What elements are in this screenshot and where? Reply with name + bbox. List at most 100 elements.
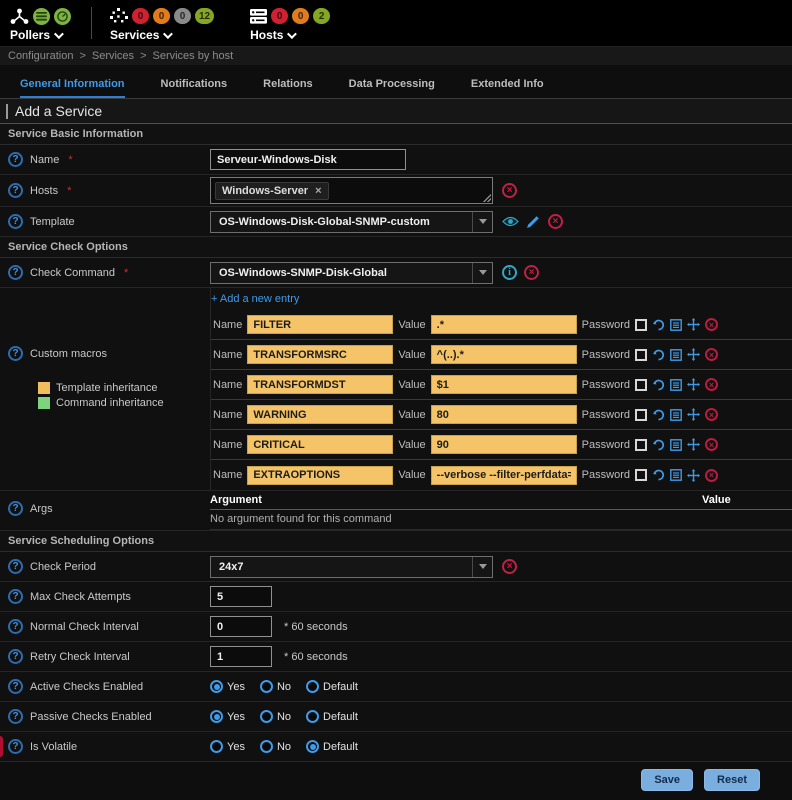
move-macro-icon[interactable]: [687, 378, 700, 391]
help-icon[interactable]: ?: [8, 214, 23, 229]
normal-check-interval-input[interactable]: [210, 616, 272, 637]
macro-value-input[interactable]: [431, 345, 577, 364]
undo-macro-icon[interactable]: [652, 439, 665, 451]
radio-button-icon[interactable]: [306, 710, 319, 723]
breadcrumb-configuration[interactable]: Configuration: [8, 50, 73, 62]
edit-template-icon[interactable]: [526, 215, 540, 229]
add-macro-link[interactable]: + Add a new entry: [211, 288, 299, 310]
help-icon[interactable]: ?: [8, 739, 23, 754]
radio-yes[interactable]: Yes: [210, 710, 245, 723]
macro-description-icon[interactable]: [670, 469, 682, 481]
delete-macro-icon[interactable]: ×: [705, 408, 718, 421]
radio-button-icon[interactable]: [210, 710, 223, 723]
delete-macro-icon[interactable]: ×: [705, 318, 718, 331]
clear-template-icon[interactable]: ×: [548, 214, 563, 229]
services-ok-badge[interactable]: 12: [195, 8, 214, 24]
max-check-attempts-input[interactable]: [210, 586, 272, 607]
tab-relations[interactable]: Relations: [263, 78, 313, 98]
macro-value-input[interactable]: [431, 375, 577, 394]
retry-check-interval-input[interactable]: [210, 646, 272, 667]
clear-command-icon[interactable]: ×: [524, 265, 539, 280]
tab-data-processing[interactable]: Data Processing: [349, 78, 435, 98]
macro-description-icon[interactable]: [670, 349, 682, 361]
move-macro-icon[interactable]: [687, 408, 700, 421]
password-checkbox[interactable]: [635, 469, 647, 481]
delete-macro-icon[interactable]: ×: [705, 469, 718, 482]
radio-yes[interactable]: Yes: [210, 740, 245, 753]
delete-macro-icon[interactable]: ×: [705, 378, 718, 391]
radio-button-icon[interactable]: [260, 680, 273, 693]
macro-value-input[interactable]: [431, 466, 577, 485]
tab-notifications[interactable]: Notifications: [161, 78, 228, 98]
services-warning-badge[interactable]: 0: [153, 8, 170, 24]
view-template-icon[interactable]: [502, 216, 519, 227]
template-select[interactable]: OS-Windows-Disk-Global-SNMP-custom: [210, 211, 493, 233]
command-info-icon[interactable]: i: [502, 265, 517, 280]
radio-no[interactable]: No: [260, 740, 291, 753]
radio-no[interactable]: No: [260, 710, 291, 723]
help-icon[interactable]: ?: [8, 346, 23, 361]
macro-description-icon[interactable]: [670, 439, 682, 451]
move-macro-icon[interactable]: [687, 438, 700, 451]
move-macro-icon[interactable]: [687, 469, 700, 482]
radio-yes[interactable]: Yes: [210, 680, 245, 693]
undo-macro-icon[interactable]: [652, 379, 665, 391]
undo-macro-icon[interactable]: [652, 469, 665, 481]
resize-grip[interactable]: [483, 194, 491, 202]
remove-tag-icon[interactable]: ×: [315, 185, 321, 197]
help-icon[interactable]: ?: [8, 649, 23, 664]
clear-hosts-icon[interactable]: ×: [502, 183, 517, 198]
macro-description-icon[interactable]: [670, 409, 682, 421]
radio-default[interactable]: Default: [306, 680, 358, 693]
radio-button-icon[interactable]: [210, 740, 223, 753]
undo-macro-icon[interactable]: [652, 319, 665, 331]
hosts-multiselect[interactable]: Windows-Server ×: [210, 177, 493, 204]
breadcrumb-services[interactable]: Services: [92, 50, 134, 62]
help-icon[interactable]: ?: [8, 501, 23, 516]
radio-default[interactable]: Default: [306, 740, 358, 753]
move-macro-icon[interactable]: [687, 318, 700, 331]
reset-button[interactable]: Reset: [704, 769, 760, 791]
services-menu[interactable]: 0 0 0 12 Services: [110, 5, 214, 42]
help-icon[interactable]: ?: [8, 559, 23, 574]
hosts-down-badge[interactable]: 0: [271, 8, 288, 24]
macro-description-icon[interactable]: [670, 319, 682, 331]
services-unknown-badge[interactable]: 0: [174, 8, 191, 24]
help-icon[interactable]: ?: [8, 709, 23, 724]
undo-macro-icon[interactable]: [652, 409, 665, 421]
delete-macro-icon[interactable]: ×: [705, 348, 718, 361]
macro-name-input[interactable]: [247, 405, 393, 424]
help-icon[interactable]: ?: [8, 152, 23, 167]
hosts-up-badge[interactable]: 2: [313, 8, 330, 24]
password-checkbox[interactable]: [635, 319, 647, 331]
macro-name-input[interactable]: [247, 435, 393, 454]
radio-button-icon[interactable]: [260, 740, 273, 753]
macro-value-input[interactable]: [431, 405, 577, 424]
clear-check-period-icon[interactable]: ×: [502, 559, 517, 574]
macro-name-input[interactable]: [247, 375, 393, 394]
breadcrumb-services-by-host[interactable]: Services by host: [153, 50, 234, 62]
radio-no[interactable]: No: [260, 680, 291, 693]
delete-macro-icon[interactable]: ×: [705, 438, 718, 451]
services-critical-badge[interactable]: 0: [132, 8, 149, 24]
macro-description-icon[interactable]: [670, 379, 682, 391]
radio-button-icon[interactable]: [306, 740, 319, 753]
hosts-menu[interactable]: 0 0 2 Hosts: [250, 5, 330, 42]
password-checkbox[interactable]: [635, 349, 647, 361]
check-period-select[interactable]: 24x7: [210, 556, 493, 578]
undo-macro-icon[interactable]: [652, 349, 665, 361]
macro-value-input[interactable]: [431, 315, 577, 334]
tab-extended-info[interactable]: Extended Info: [471, 78, 544, 98]
check-command-select[interactable]: OS-Windows-SNMP-Disk-Global: [210, 262, 493, 284]
hosts-unreachable-badge[interactable]: 0: [292, 8, 309, 24]
macro-value-input[interactable]: [431, 435, 577, 454]
macro-name-input[interactable]: [247, 466, 393, 485]
macro-name-input[interactable]: [247, 345, 393, 364]
radio-default[interactable]: Default: [306, 710, 358, 723]
help-icon[interactable]: ?: [8, 265, 23, 280]
name-input[interactable]: [210, 149, 406, 170]
password-checkbox[interactable]: [635, 439, 647, 451]
password-checkbox[interactable]: [635, 379, 647, 391]
tab-general-information[interactable]: General Information: [20, 78, 125, 98]
help-icon[interactable]: ?: [8, 589, 23, 604]
